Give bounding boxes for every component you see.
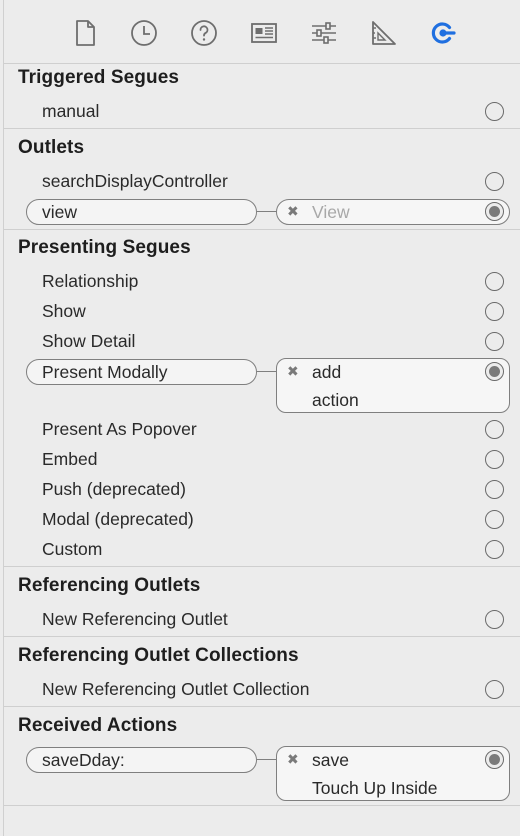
referencing-outlets-header: Referencing Outlets: [18, 575, 201, 596]
segue-show: Show: [42, 301, 86, 321]
present-modally-target[interactable]: ✖ add action: [276, 358, 510, 413]
new-referencing-outlet-collection: New Referencing Outlet Collection: [42, 679, 310, 699]
segue-present-modally-pill[interactable]: Present Modally: [26, 359, 257, 385]
toolbar-divider: [4, 63, 520, 64]
connection-circle[interactable]: [485, 610, 504, 629]
connection-circle[interactable]: [485, 272, 504, 291]
connection-circle[interactable]: [485, 102, 504, 121]
outlet-view-label: view: [42, 202, 78, 222]
savedday-target[interactable]: ✖ save Touch Up Inside: [276, 746, 510, 801]
identity-inspector-icon[interactable]: [249, 18, 279, 48]
new-referencing-outlet: New Referencing Outlet: [42, 609, 228, 629]
section-divider: [4, 636, 520, 637]
section-divider: [4, 805, 520, 806]
segue-push-deprecated: Push (deprecated): [42, 479, 186, 499]
section-divider: [4, 229, 520, 230]
outlet-view-target[interactable]: ✖ View: [276, 199, 510, 225]
segue-present-as-popover: Present As Popover: [42, 419, 197, 439]
connection-circle[interactable]: [485, 680, 504, 699]
connection-circle[interactable]: [485, 420, 504, 439]
target-line-1: add: [312, 362, 342, 382]
action-savedday-pill[interactable]: saveDday:: [26, 747, 257, 773]
connection-circle[interactable]: [485, 480, 504, 499]
referencing-outlet-collections-header: Referencing Outlet Collections: [18, 645, 299, 666]
disconnect-icon[interactable]: ✖: [287, 363, 299, 380]
triggered-segues-header: Triggered Segues: [18, 67, 180, 88]
received-actions-header: Received Actions: [18, 715, 178, 736]
history-inspector-icon[interactable]: [129, 18, 159, 48]
attributes-inspector-icon[interactable]: [309, 18, 339, 48]
segue-custom: Custom: [42, 539, 103, 559]
connected-circle[interactable]: [485, 750, 504, 769]
section-divider: [4, 128, 520, 129]
connected-circle[interactable]: [485, 362, 504, 381]
outlet-view-target-label: View: [312, 202, 350, 222]
segue-relationship: Relationship: [42, 271, 139, 291]
panel-left-border: [3, 0, 4, 836]
triggered-segue-manual: manual: [42, 101, 100, 121]
file-inspector-icon[interactable]: [70, 18, 100, 48]
connection-line: [257, 759, 277, 761]
quick-help-icon[interactable]: [189, 18, 219, 48]
inspector-toolbar: [4, 0, 520, 63]
connection-circle[interactable]: [485, 172, 504, 191]
connection-line: [257, 371, 277, 373]
presenting-segues-header: Presenting Segues: [18, 237, 191, 258]
connected-circle[interactable]: [485, 202, 504, 221]
target-line-2: Touch Up Inside: [312, 778, 438, 798]
target-line-2: action: [312, 390, 359, 410]
action-savedday-label: saveDday:: [42, 750, 125, 770]
segue-present-modally-label: Present Modally: [42, 362, 168, 382]
connection-circle[interactable]: [485, 302, 504, 321]
outlet-view-pill[interactable]: view: [26, 199, 257, 225]
disconnect-icon[interactable]: ✖: [287, 203, 299, 220]
segue-modal-deprecated: Modal (deprecated): [42, 509, 194, 529]
section-divider: [4, 706, 520, 707]
connection-circle[interactable]: [485, 540, 504, 559]
connection-circle[interactable]: [485, 510, 504, 529]
target-line-1: save: [312, 750, 349, 770]
outlet-searchdisplaycontroller: searchDisplayController: [42, 171, 228, 191]
segue-show-detail: Show Detail: [42, 331, 136, 351]
disconnect-icon[interactable]: ✖: [287, 751, 299, 768]
connection-line: [257, 211, 277, 213]
connections-inspector-icon[interactable]: [428, 18, 458, 48]
size-inspector-icon[interactable]: [368, 18, 398, 48]
segue-embed: Embed: [42, 449, 98, 469]
section-divider: [4, 566, 520, 567]
outlets-header: Outlets: [18, 137, 85, 158]
connection-circle[interactable]: [485, 332, 504, 351]
connection-circle[interactable]: [485, 450, 504, 469]
